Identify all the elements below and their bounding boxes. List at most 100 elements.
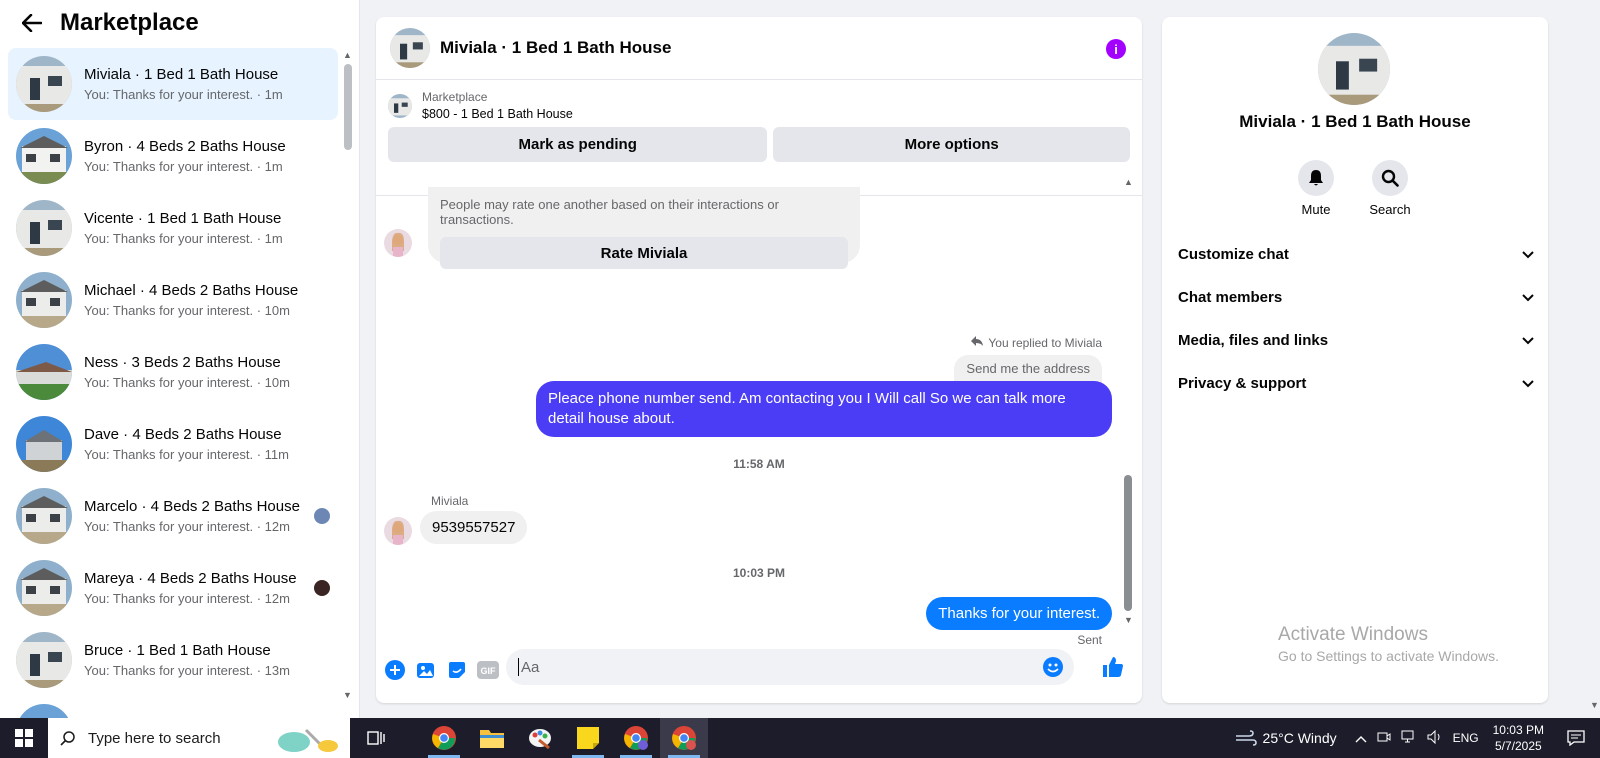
taskbar-search-placeholder: Type here to search: [88, 729, 221, 747]
volume-icon[interactable]: [1427, 729, 1443, 747]
plus-icon[interactable]: [384, 659, 406, 681]
more-options-button[interactable]: More options: [773, 127, 1130, 162]
scrollbar-thumb[interactable]: [344, 64, 352, 150]
outgoing-message[interactable]: Thanks for your interest.: [926, 597, 1112, 630]
clock[interactable]: 10:03 PM 5/7/2025: [1493, 722, 1544, 754]
meet-now-icon[interactable]: [1377, 730, 1391, 747]
rate-button[interactable]: Rate Miviala: [440, 237, 848, 269]
conversation-name: Ness · 3 Beds 2 Baths House: [84, 354, 281, 371]
seen-avatar: [314, 508, 330, 524]
info-avatar[interactable]: [1318, 33, 1390, 105]
sender-name: Miviala: [431, 494, 469, 508]
reply-icon: [970, 335, 984, 350]
scroll-down-icon[interactable]: ▼: [343, 690, 352, 700]
message-timestamp: 10:03 PM: [732, 566, 786, 580]
chrome-profile-icon[interactable]: [612, 718, 660, 758]
sticky-notes-icon[interactable]: [564, 718, 612, 758]
file-explorer-icon[interactable]: [468, 718, 516, 758]
scroll-down-icon[interactable]: ▼: [1124, 615, 1133, 625]
listing-price-title[interactable]: $800 - 1 Bed 1 Bath House: [422, 107, 573, 121]
sidebar-title: Marketplace: [60, 9, 199, 36]
notification-icon[interactable]: [1560, 730, 1592, 746]
rate-description: People may rate one another based on the…: [440, 197, 779, 227]
photo-icon[interactable]: [415, 659, 437, 681]
scroll-up-icon[interactable]: ▲: [343, 50, 352, 60]
conversation-item[interactable]: Vicente · 1 Bed 1 Bath House You: Thanks …: [8, 192, 338, 264]
conversation-name: Bruce · 1 Bed 1 Bath House: [84, 642, 271, 659]
listing-thumbnail[interactable]: [388, 94, 412, 118]
watermark-line-1: Activate Windows: [1278, 624, 1428, 645]
paint-app-icon[interactable]: [516, 718, 564, 758]
conversation-item[interactable]: Ness · 3 Beds 2 Baths House You: Thanks f…: [8, 336, 338, 408]
conversation-preview: You: Thanks for your interest. · 1m: [84, 159, 283, 174]
info-title: Miviala · 1 Bed 1 Bath House: [1239, 112, 1471, 131]
conversation-item-partial[interactable]: [8, 696, 338, 718]
composer: GIF Aa: [376, 637, 1142, 703]
page-scrollbar[interactable]: ▼: [1588, 0, 1600, 718]
conversation-item[interactable]: Miviala · 1 Bed 1 Bath House You: Thanks …: [8, 48, 338, 120]
chevron-down-icon: [1522, 246, 1534, 263]
outgoing-message[interactable]: Pleace phone number send. Am contacting …: [536, 381, 1112, 437]
watermark-line-2: Go to Settings to activate Windows.: [1278, 648, 1499, 664]
conversation-preview: You: Thanks for your interest. · 10m: [84, 303, 290, 318]
conversation-item[interactable]: Dave · 4 Beds 2 Baths House You: Thanks f…: [8, 408, 338, 480]
search-highlight-icon: [272, 724, 342, 758]
weather-widget[interactable]: 25°C Windy: [1235, 730, 1337, 746]
windows-taskbar: Type here to search 25°C Windy ENG 10:03…: [0, 718, 1600, 758]
gif-icon[interactable]: GIF: [477, 659, 499, 681]
section-customize-chat[interactable]: Customize chat: [1178, 233, 1534, 276]
conversation-item[interactable]: Mareya · 4 Beds 2 Baths House You: Thanks…: [8, 552, 338, 624]
activate-windows-watermark: Activate Windows Go to Settings to activ…: [1278, 624, 1499, 664]
conversation-name: Byron · 4 Beds 2 Baths House: [84, 138, 286, 155]
seen-avatar: [314, 580, 330, 596]
start-button[interactable]: [0, 718, 48, 758]
section-privacy-support[interactable]: Privacy & support: [1178, 362, 1534, 405]
chrome-taskbar-icon[interactable]: [420, 718, 468, 758]
sidebar-scrollbar[interactable]: ▲ ▼: [342, 50, 352, 710]
emoji-icon[interactable]: [1042, 656, 1064, 678]
network-icon[interactable]: [1401, 730, 1417, 747]
contact-avatar[interactable]: [384, 229, 412, 257]
chevron-up-icon[interactable]: [1355, 731, 1367, 746]
conversation-item[interactable]: Bruce · 1 Bed 1 Bath House You: Thanks fo…: [8, 624, 338, 696]
task-view-icon[interactable]: [352, 718, 400, 758]
mute-button[interactable]: Mute: [1294, 160, 1338, 217]
system-tray: 25°C Windy ENG 10:03 PM 5/7/2025: [1235, 718, 1600, 758]
chat-avatar[interactable]: [390, 28, 430, 68]
scroll-up-icon[interactable]: ▲: [1124, 177, 1133, 187]
conversation-item[interactable]: Byron · 4 Beds 2 Baths House You: Thanks …: [8, 120, 338, 192]
conversation-preview: You: Thanks for your interest. · 1m: [84, 231, 283, 246]
conversation-preview: You: Thanks for your interest. · 12m: [84, 519, 290, 534]
message-timestamp: 11:58 AM: [733, 457, 785, 471]
scroll-down-icon[interactable]: ▼: [1590, 700, 1599, 710]
chat-title[interactable]: Miviala · 1 Bed 1 Bath House: [440, 38, 671, 58]
scrollbar-thumb[interactable]: [1124, 475, 1132, 611]
mark-as-pending-button[interactable]: Mark as pending: [388, 127, 768, 162]
section-chat-members[interactable]: Chat members: [1178, 276, 1534, 319]
sticker-icon[interactable]: [446, 659, 468, 681]
text-cursor: [518, 658, 519, 676]
conversation-sidebar: Marketplace Miviala · 1 Bed 1 Bath House…: [0, 0, 360, 718]
page: Marketplace Miviala · 1 Bed 1 Bath House…: [0, 0, 1600, 758]
house-avatar: [16, 344, 72, 400]
search-button[interactable]: Search: [1368, 160, 1412, 217]
conversation-name: Mareya · 4 Beds 2 Baths House: [84, 570, 297, 587]
info-sections: Customize chat Chat members Media, files…: [1178, 233, 1534, 405]
section-media-files-links[interactable]: Media, files and links: [1178, 319, 1534, 362]
contact-avatar[interactable]: [384, 517, 412, 545]
incoming-message[interactable]: 9539557527: [420, 511, 528, 544]
language-indicator[interactable]: ENG: [1453, 731, 1479, 745]
house-avatar: [16, 632, 72, 688]
back-arrow-icon[interactable]: [20, 11, 44, 35]
chat-scrollbar[interactable]: ▲ ▼: [1122, 177, 1133, 627]
sidebar-header: Marketplace: [0, 0, 359, 46]
clock-time: 10:03 PM: [1492, 723, 1544, 737]
chrome-active-icon[interactable]: [660, 718, 708, 758]
conversation-item[interactable]: Michael · 4 Beds 2 Baths House You: Thank…: [8, 264, 338, 336]
thumbs-up-icon[interactable]: [1101, 655, 1125, 679]
info-icon[interactable]: i: [1106, 39, 1126, 59]
message-input[interactable]: Aa: [506, 649, 1074, 685]
conversation-list: Miviala · 1 Bed 1 Bath House You: Thanks …: [8, 48, 338, 718]
conversation-item[interactable]: Marcelo · 4 Beds 2 Baths House You: Thank…: [8, 480, 338, 552]
taskbar-search[interactable]: Type here to search: [48, 718, 350, 758]
